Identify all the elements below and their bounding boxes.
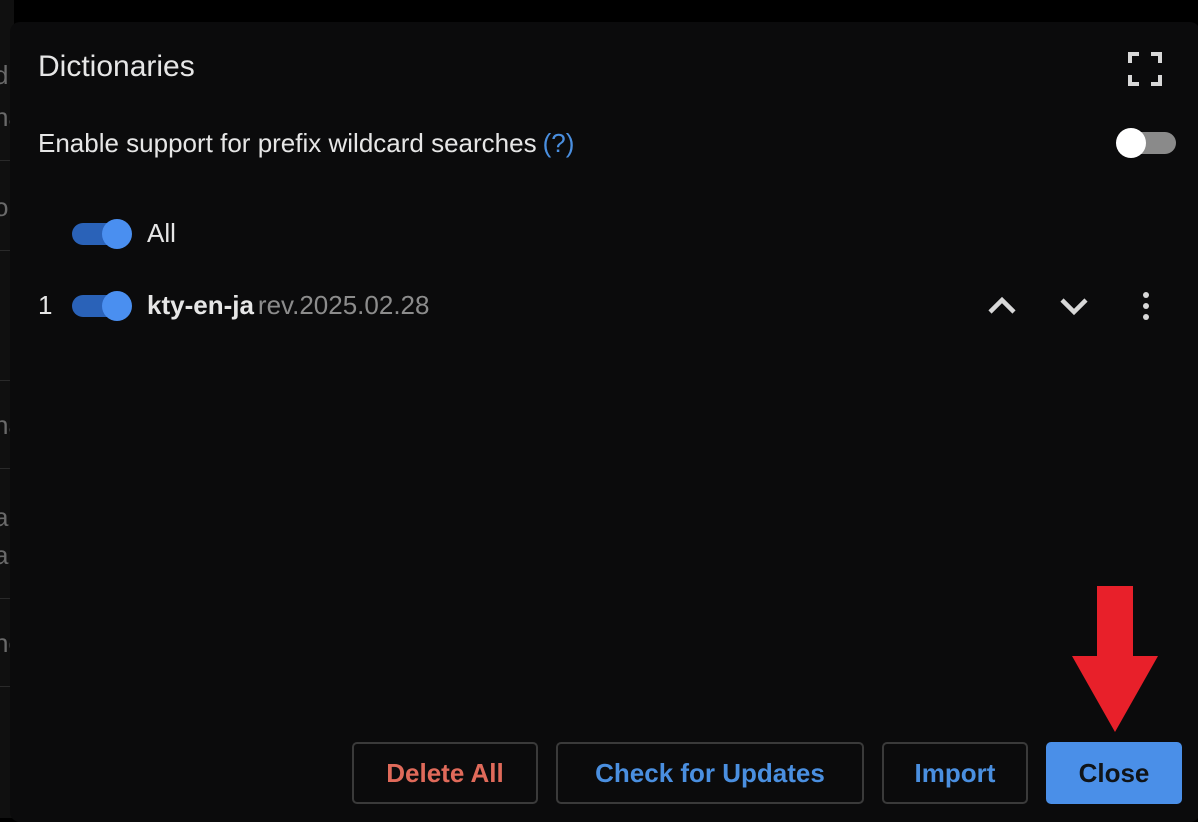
dictionary-revision: rev.2025.02.28 xyxy=(257,290,430,320)
dictionary-index: 1 xyxy=(38,290,53,320)
delete-all-button[interactable]: Delete All xyxy=(352,742,538,804)
arrow-down-annotation xyxy=(1072,586,1158,732)
toggle-knob xyxy=(1116,128,1146,158)
more-vertical-icon xyxy=(1143,292,1149,320)
dictionary-name: kty-en-ja xyxy=(147,290,254,320)
close-button[interactable]: Close xyxy=(1046,742,1182,804)
dictionaries-dialog: Dictionaries Enable support for prefix w… xyxy=(10,22,1198,822)
toggle-knob xyxy=(102,291,132,321)
toggle-knob xyxy=(102,219,132,249)
background-text: o xyxy=(0,192,9,222)
fullscreen-button[interactable] xyxy=(1126,50,1164,88)
dialog-title: Dictionaries xyxy=(38,50,195,83)
prefix-wildcard-toggle[interactable] xyxy=(1116,128,1178,158)
all-dictionaries-toggle[interactable] xyxy=(70,219,132,249)
prefix-wildcard-option: Enable support for prefix wildcard searc… xyxy=(38,128,574,159)
import-button[interactable]: Import xyxy=(882,742,1028,804)
chevron-up-icon xyxy=(988,296,1016,314)
check-for-updates-button[interactable]: Check for Updates xyxy=(556,742,864,804)
dictionary-title: kty-en-ja rev.2025.02.28 xyxy=(147,290,429,321)
prefix-wildcard-label: Enable support for prefix wildcard searc… xyxy=(38,128,537,158)
help-link[interactable]: (?) xyxy=(543,128,575,158)
move-up-button[interactable] xyxy=(980,284,1024,328)
chevron-down-icon xyxy=(1060,298,1088,316)
dictionary-toggle[interactable] xyxy=(70,291,132,321)
more-options-button[interactable] xyxy=(1124,284,1168,328)
fullscreen-icon xyxy=(1128,52,1162,86)
all-dictionaries-label: All xyxy=(147,218,176,248)
move-down-button[interactable] xyxy=(1052,284,1096,328)
